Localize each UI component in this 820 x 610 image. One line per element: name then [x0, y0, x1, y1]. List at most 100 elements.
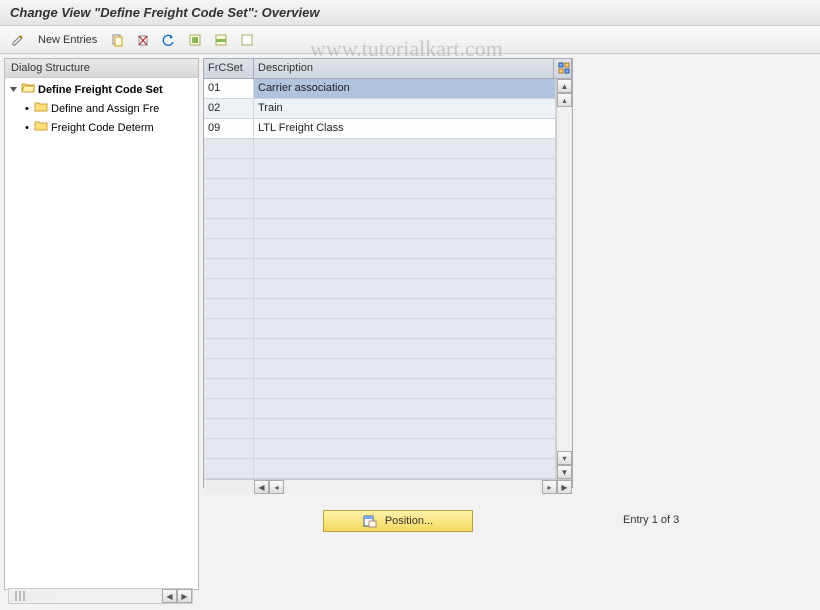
grid-body-wrapper: 01Carrier association02Train09LTL Freigh…	[204, 79, 572, 479]
cell-frcset[interactable]	[204, 139, 254, 158]
cell-frcset[interactable]	[204, 179, 254, 198]
table-row-empty[interactable]	[204, 239, 556, 259]
grid-vertical-scrollbar[interactable]: ▲ ▴ ▾ ▼	[556, 79, 572, 479]
scroll-right-icon[interactable]: ▶	[557, 480, 572, 494]
cell-frcset[interactable]	[204, 319, 254, 338]
cell-description[interactable]	[254, 199, 556, 218]
cell-frcset[interactable]: 02	[204, 99, 254, 118]
cell-frcset[interactable]: 01	[204, 79, 254, 98]
select-block-icon[interactable]	[211, 30, 231, 50]
cell-description[interactable]	[254, 219, 556, 238]
tree-collapse-icon[interactable]	[9, 85, 18, 94]
copy-as-icon[interactable]	[107, 30, 127, 50]
table-row[interactable]: 02Train	[204, 99, 556, 119]
cell-description[interactable]	[254, 159, 556, 178]
table-row-empty[interactable]	[204, 219, 556, 239]
scroll-track[interactable]	[557, 107, 572, 451]
cell-description[interactable]	[254, 359, 556, 378]
scroll-left-icon[interactable]: ◀	[254, 480, 269, 494]
dialog-structure-panel: Dialog Structure Define Freight Code Set…	[4, 58, 199, 590]
cell-description[interactable]	[254, 399, 556, 418]
scroll-track[interactable]	[55, 589, 162, 603]
cell-description[interactable]	[254, 299, 556, 318]
scroll-track[interactable]	[286, 480, 540, 494]
table-row-empty[interactable]	[204, 459, 556, 479]
tree-node-define-freight-code-set[interactable]: Define Freight Code Set	[7, 80, 196, 99]
grid-header: FrCSet Description	[204, 59, 572, 79]
cell-description[interactable]	[254, 239, 556, 258]
scroll-down-icon[interactable]: ▼	[557, 465, 572, 479]
undo-icon[interactable]	[159, 30, 179, 50]
select-all-icon[interactable]	[185, 30, 205, 50]
scroll-up-step-icon[interactable]: ▴	[557, 93, 572, 107]
table-row-empty[interactable]	[204, 159, 556, 179]
table-row-empty[interactable]	[204, 359, 556, 379]
cell-description[interactable]	[254, 339, 556, 358]
scroll-up-icon[interactable]: ▲	[557, 79, 572, 93]
cell-frcset[interactable]	[204, 299, 254, 318]
tree-node-label: Define and Assign Fre	[51, 103, 159, 115]
table-row-empty[interactable]	[204, 339, 556, 359]
table-row-empty[interactable]	[204, 439, 556, 459]
tree-node-define-and-assign[interactable]: • Define and Assign Fre	[7, 99, 196, 118]
cell-description[interactable]	[254, 439, 556, 458]
dialog-structure-tree: Define Freight Code Set • Define and Ass…	[4, 78, 199, 590]
folder-open-icon	[21, 82, 35, 97]
cell-description[interactable]	[254, 419, 556, 438]
delete-icon[interactable]	[133, 30, 153, 50]
table-row[interactable]: 01Carrier association	[204, 79, 556, 99]
tree-node-label: Define Freight Code Set	[38, 84, 163, 96]
cell-frcset[interactable]	[204, 199, 254, 218]
table-row-empty[interactable]	[204, 379, 556, 399]
position-button[interactable]: Position...	[323, 510, 473, 532]
column-header-frcset[interactable]: FrCSet	[204, 59, 254, 78]
scroll-left-icon[interactable]: ◀	[162, 589, 177, 603]
grid-horizontal-scrollbar[interactable]: ◀ ◂ ▸ ▶	[204, 479, 572, 494]
cell-frcset[interactable]	[204, 279, 254, 298]
cell-frcset[interactable]	[204, 239, 254, 258]
table-row-empty[interactable]	[204, 199, 556, 219]
table-row-empty[interactable]	[204, 179, 556, 199]
table-row[interactable]: 09LTL Freight Class	[204, 119, 556, 139]
cell-description[interactable]	[254, 279, 556, 298]
table-row-empty[interactable]	[204, 399, 556, 419]
cell-frcset[interactable]	[204, 379, 254, 398]
cell-frcset[interactable]	[204, 219, 254, 238]
cell-frcset[interactable]: 09	[204, 119, 254, 138]
cell-description[interactable]: Carrier association	[254, 79, 556, 98]
cell-description[interactable]	[254, 259, 556, 278]
cell-frcset[interactable]	[204, 439, 254, 458]
cell-frcset[interactable]	[204, 359, 254, 378]
scroll-right-step-icon[interactable]: ▸	[542, 480, 557, 494]
grid-config-icon[interactable]	[554, 59, 572, 78]
cell-description[interactable]	[254, 139, 556, 158]
table-row-empty[interactable]	[204, 139, 556, 159]
cell-frcset[interactable]	[204, 259, 254, 278]
scroll-left-step-icon[interactable]: ◂	[269, 480, 284, 494]
tree-node-freight-code-determ[interactable]: • Freight Code Determ	[7, 118, 196, 137]
new-entries-button[interactable]: New Entries	[34, 34, 101, 46]
cell-description[interactable]	[254, 319, 556, 338]
cell-description[interactable]	[254, 179, 556, 198]
scroll-down-step-icon[interactable]: ▾	[557, 451, 572, 465]
table-row-empty[interactable]	[204, 319, 556, 339]
cell-frcset[interactable]	[204, 339, 254, 358]
cell-frcset[interactable]	[204, 399, 254, 418]
table-row-empty[interactable]	[204, 259, 556, 279]
cell-description[interactable]	[254, 379, 556, 398]
cell-frcset[interactable]	[204, 419, 254, 438]
toggle-edit-icon[interactable]	[8, 30, 28, 50]
freight-code-grid: FrCSet Description 01Carrier association…	[203, 58, 573, 488]
left-panel-hscroll[interactable]: ◀ ▶	[8, 588, 193, 604]
table-row-empty[interactable]	[204, 419, 556, 439]
cell-description[interactable]	[254, 459, 556, 478]
cell-frcset[interactable]	[204, 459, 254, 478]
table-row-empty[interactable]	[204, 279, 556, 299]
scroll-right-icon[interactable]: ▶	[177, 589, 192, 603]
deselect-all-icon[interactable]	[237, 30, 257, 50]
column-header-description[interactable]: Description	[254, 59, 554, 78]
cell-frcset[interactable]	[204, 159, 254, 178]
cell-description[interactable]: Train	[254, 99, 556, 118]
cell-description[interactable]: LTL Freight Class	[254, 119, 556, 138]
table-row-empty[interactable]	[204, 299, 556, 319]
